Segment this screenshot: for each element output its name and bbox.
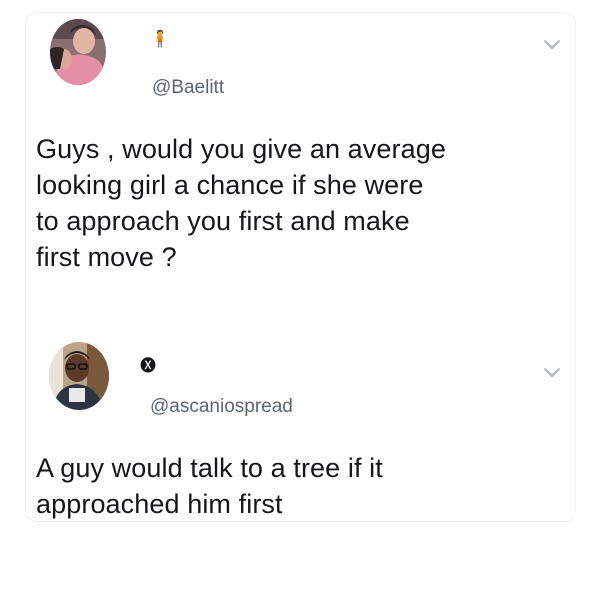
chevron-down-icon[interactable] bbox=[543, 367, 561, 379]
user-handle[interactable]: @Baelitt bbox=[152, 77, 224, 99]
avatar[interactable] bbox=[50, 19, 106, 85]
display-name[interactable]: 🅧 bbox=[140, 358, 156, 376]
tweet-text: Guys , would you give an average looking… bbox=[36, 134, 446, 272]
tweet-text: A guy would talk to a tree if it approac… bbox=[36, 453, 383, 519]
tweet-original[interactable]: 🧍 @Baelitt Guys , would you give an aver… bbox=[26, 13, 575, 323]
tweet-reply[interactable]: 🅧 @ascaniospread A guy would talk to a t… bbox=[26, 323, 575, 523]
chevron-down-icon[interactable] bbox=[543, 39, 561, 51]
tweet-thread-card: 🧍 @Baelitt Guys , would you give an aver… bbox=[25, 12, 576, 522]
profile-photo-man-icon bbox=[49, 342, 109, 410]
display-name[interactable]: 🧍 bbox=[150, 31, 170, 49]
user-handle[interactable]: @ascaniospread bbox=[150, 396, 293, 418]
avatar[interactable] bbox=[49, 342, 109, 410]
profile-photo-woman-icon bbox=[50, 19, 106, 85]
